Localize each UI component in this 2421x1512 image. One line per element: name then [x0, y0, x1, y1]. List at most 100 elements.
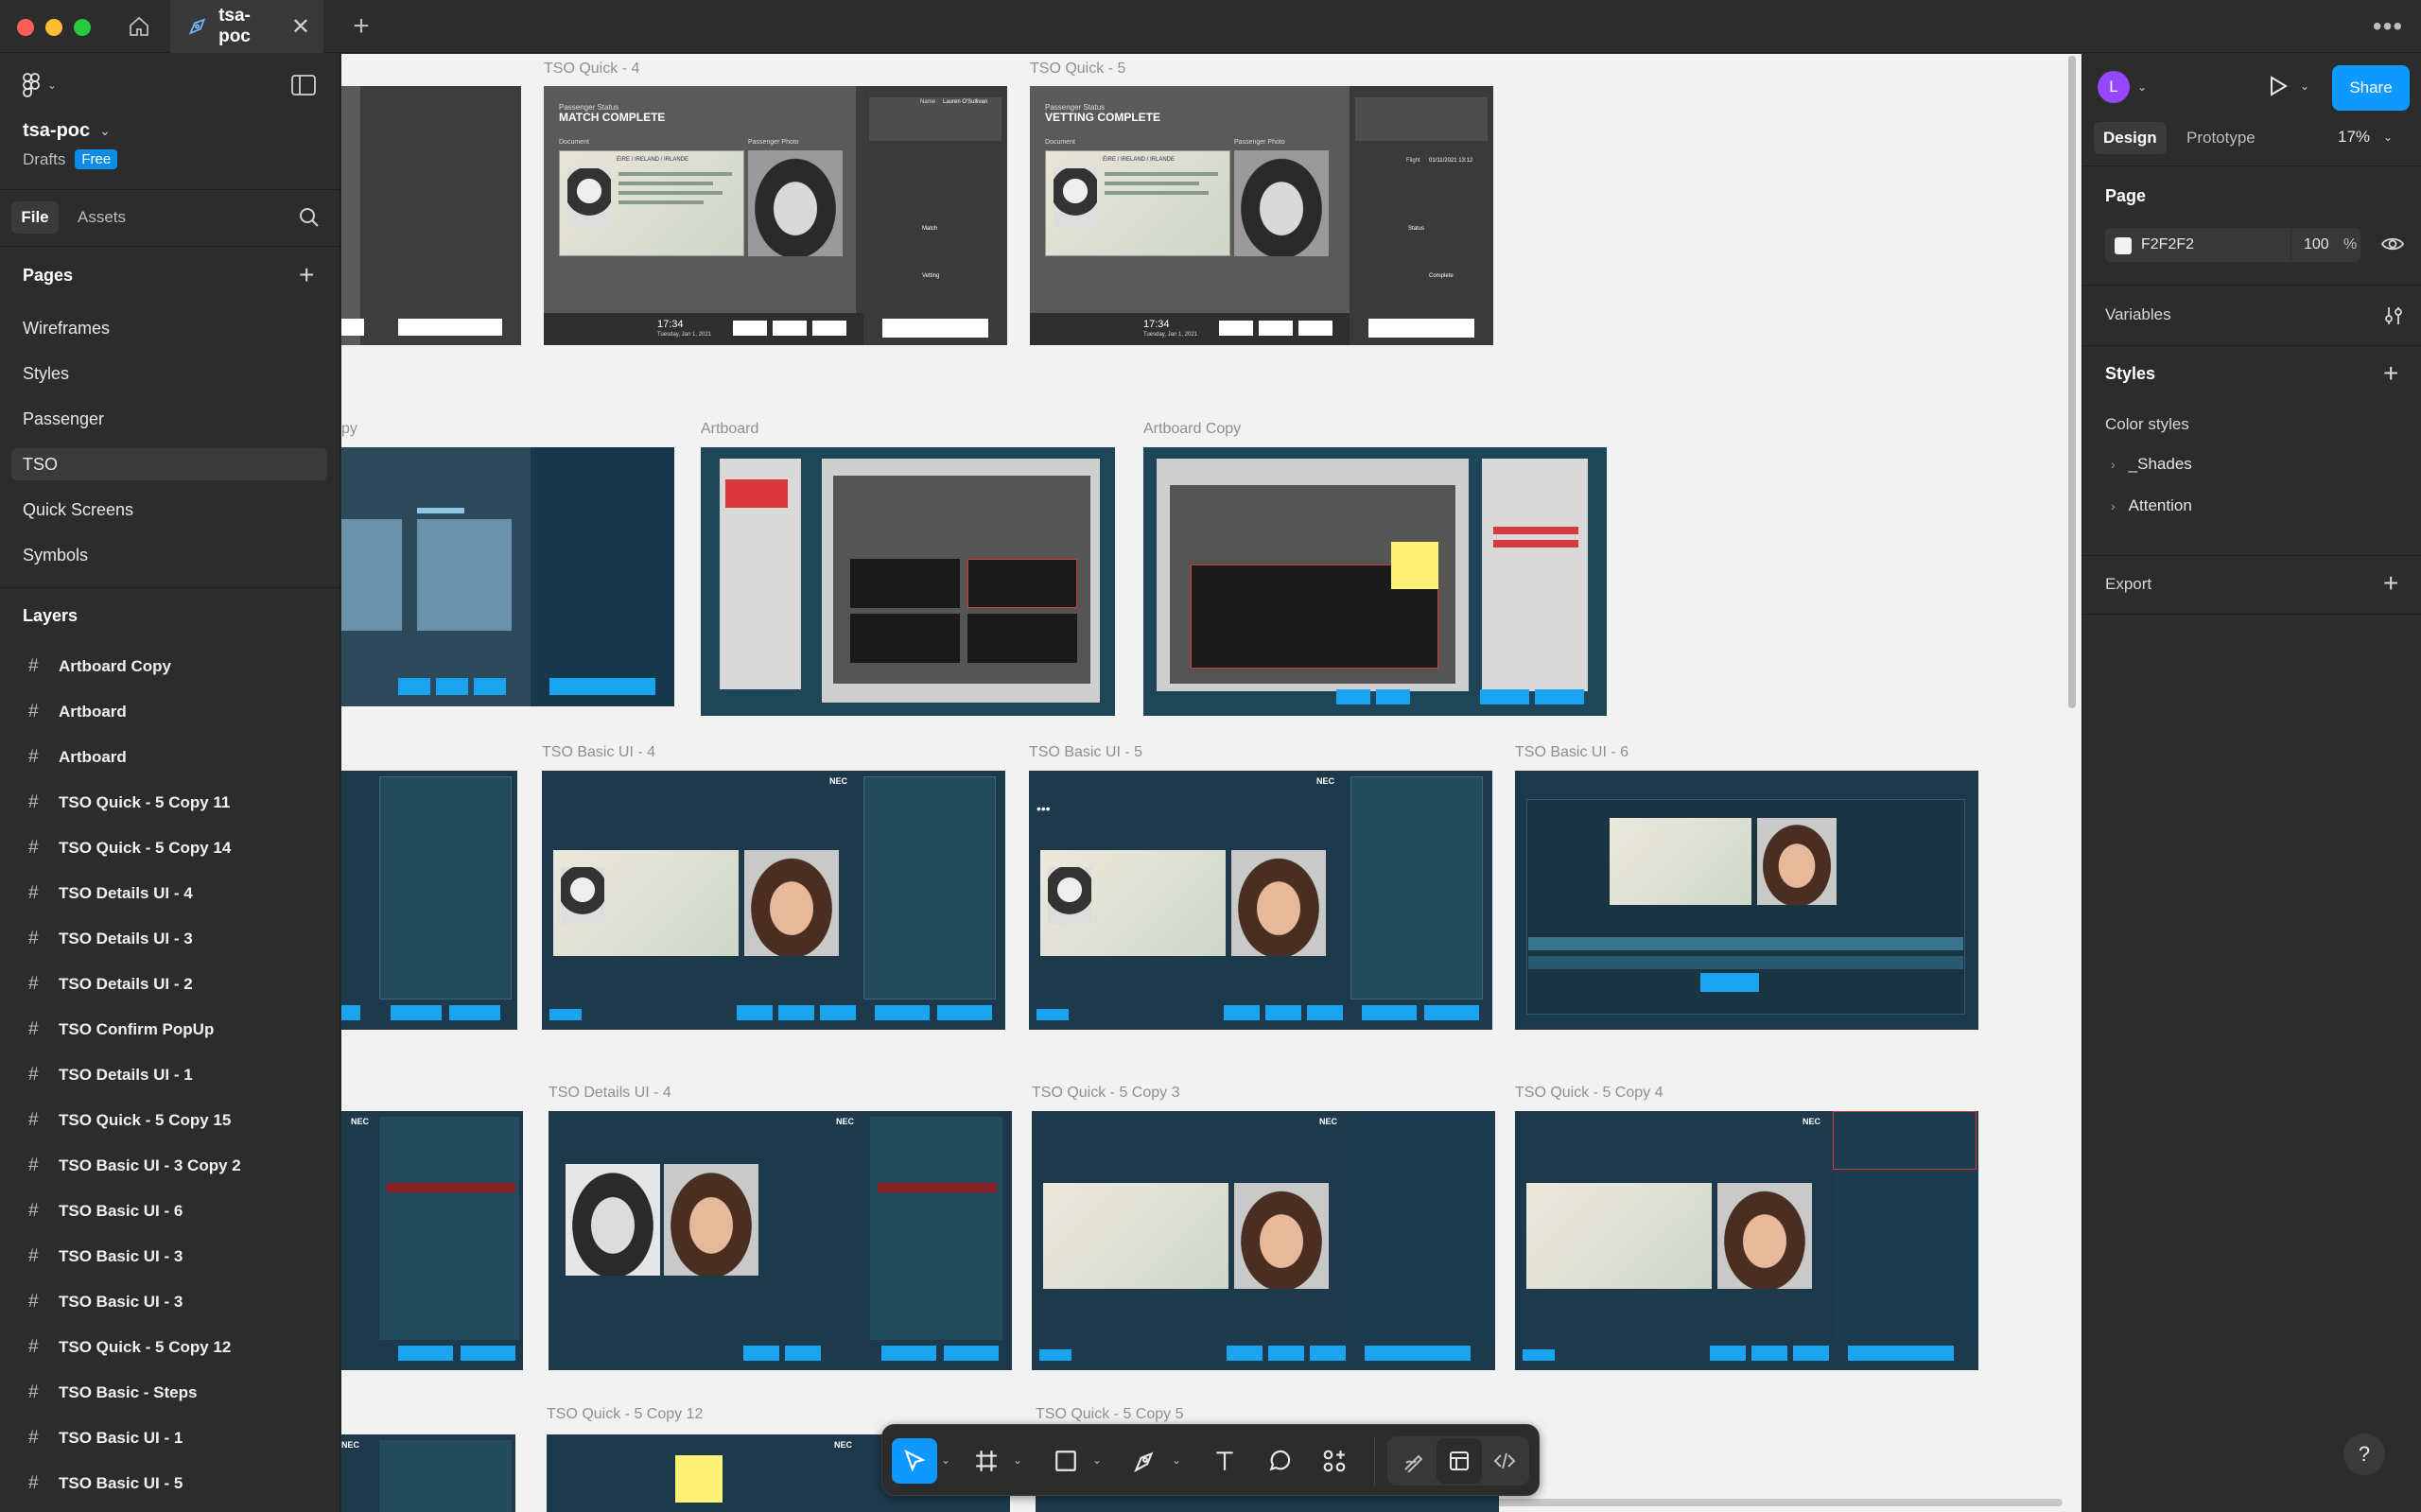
text-tool-button[interactable] — [1202, 1438, 1247, 1484]
layer-item[interactable]: # TSO Basic UI - 5 — [0, 1461, 340, 1506]
design-canvas[interactable]: TSO Quick - 4 Passenger Status MATCH COM… — [341, 54, 2081, 1512]
zoom-dropdown[interactable]: 17% ⌄ — [2338, 128, 2393, 147]
chevron-down-icon[interactable]: ⌄ — [1092, 1453, 1102, 1467]
draw-mode-button[interactable] — [1391, 1438, 1437, 1484]
layer-item[interactable]: # TSO Details UI - 3 — [0, 916, 340, 962]
layer-item[interactable]: # TSO Basic UI - 3 — [0, 1234, 340, 1279]
layer-item[interactable]: # TSO Details UI - 4 — [0, 871, 340, 916]
page-tso[interactable]: TSO — [11, 448, 327, 480]
frame-artboard[interactable] — [701, 447, 1115, 716]
frame-tso-details-ui-4[interactable]: NEC — [549, 1111, 1012, 1370]
add-page-button[interactable]: + — [299, 262, 314, 288]
page-opacity[interactable]: 100 — [2304, 236, 2329, 253]
share-button[interactable]: Share — [2332, 65, 2410, 111]
chevron-down-icon[interactable]: ⌄ — [1172, 1453, 1181, 1467]
frame-tso-quick-5-copy-3[interactable]: NEC — [1032, 1111, 1495, 1370]
canvas-scrollbar-horizontal[interactable] — [1457, 1499, 2063, 1506]
tab-file[interactable]: File — [11, 201, 59, 234]
color-style-group-shades[interactable]: › _Shades — [2111, 455, 2192, 474]
frame-quick-5-side[interactable]: Flight 01/11/2021 13:12 Status Complete — [1350, 86, 1493, 345]
layer-item[interactable]: # Artboard Copy — [0, 644, 340, 689]
layer-item[interactable]: # TSO Quick - 5 Copy 11 — [0, 780, 340, 826]
layer-item[interactable]: # Artboard — [0, 735, 340, 780]
page-styles[interactable]: Styles — [11, 357, 327, 390]
tab-assets[interactable]: Assets — [68, 201, 135, 234]
frame-quick-4-side[interactable]: Name Lauren O'Sullivan Match Vetting — [863, 86, 1007, 345]
reference-photo — [566, 1164, 660, 1276]
search-layers-button[interactable] — [299, 207, 320, 233]
frame-artboard-copy[interactable] — [1143, 447, 1607, 716]
page-color-field[interactable]: F2F2F2 100 % — [2105, 228, 2360, 262]
pen-tool-button[interactable] — [1123, 1438, 1168, 1484]
layer-item[interactable]: # TSO Details UI - 1 — [0, 1052, 340, 1098]
home-tab[interactable] — [121, 8, 157, 45]
add-export-button[interactable]: + — [2383, 570, 2398, 597]
help-button[interactable]: ? — [2343, 1434, 2385, 1475]
layer-item[interactable]: # TSO Quick - 5 Copy 14 — [0, 826, 340, 871]
wire-button — [1523, 1349, 1555, 1361]
layer-item[interactable]: # TSO Basic UI - 6 — [0, 1189, 340, 1234]
flight-field: Flight — [1406, 158, 1420, 164]
shape-tool-button[interactable] — [1043, 1438, 1089, 1484]
main-menu-button[interactable]: ⌄ — [23, 73, 57, 97]
layer-item[interactable]: # TSO Details UI - 2 — [0, 962, 340, 1007]
new-tab-button[interactable]: + — [344, 8, 378, 45]
frame-partial-quick[interactable] — [341, 86, 521, 345]
layer-item[interactable]: # TSO Basic UI - 3 — [0, 1279, 340, 1325]
rectangle-icon — [1055, 1451, 1076, 1471]
page-color-hex[interactable]: F2F2F2 — [2141, 236, 2194, 253]
layer-item[interactable]: # TSO Confirm PopUp — [0, 1007, 340, 1052]
design-mode-button[interactable] — [1437, 1438, 1482, 1484]
move-tool-button[interactable] — [892, 1438, 937, 1484]
layer-item[interactable]: # TSO Basic UI - 1 — [0, 1416, 340, 1461]
frame-partial-bottom[interactable]: NEC — [341, 1434, 515, 1512]
wire-button — [778, 1005, 814, 1020]
actions-button[interactable] — [1312, 1438, 1357, 1484]
frame-tso-quick-5-copy-4[interactable]: NEC — [1515, 1111, 1978, 1370]
layer-item[interactable]: # TSO Basic UI - 3 Copy 2 — [0, 1143, 340, 1189]
chevron-down-icon[interactable]: ⌄ — [941, 1453, 950, 1467]
layer-item[interactable]: # Artboard — [0, 689, 340, 735]
frame-tool-button[interactable] — [964, 1438, 1009, 1484]
side-panel — [1350, 776, 1483, 999]
add-style-button[interactable]: + — [2383, 360, 2398, 387]
tab-prototype[interactable]: Prototype — [2177, 122, 2265, 154]
text-line — [1105, 191, 1209, 195]
frame-tso-basic-ui-4[interactable]: NEC — [542, 771, 1005, 1030]
close-window-button[interactable] — [17, 19, 34, 36]
tab-design[interactable]: Design — [2094, 122, 2167, 154]
open-variables-button[interactable] — [2383, 305, 2404, 331]
frame-tso-basic-ui-5[interactable]: NEC ••• — [1029, 771, 1492, 1030]
frame-wireframe-copy[interactable] — [341, 447, 674, 706]
minimize-window-button[interactable] — [45, 19, 62, 36]
toggle-visibility-button[interactable] — [2380, 234, 2405, 259]
frame-partial-basic[interactable] — [341, 771, 517, 1030]
page-wireframes[interactable]: Wireframes — [11, 312, 327, 344]
color-style-group-attention[interactable]: › Attention — [2111, 496, 2192, 515]
present-button[interactable]: ⌄ — [2268, 75, 2309, 97]
more-options-button[interactable]: ••• — [2364, 8, 2412, 45]
file-tab[interactable]: tsa-poc ✕ — [170, 0, 323, 53]
page-symbols[interactable]: Symbols — [11, 539, 327, 571]
frame-tso-quick-5[interactable]: Passenger Status VETTING COMPLETE Docume… — [1030, 86, 1361, 345]
page-passenger[interactable]: Passenger — [11, 403, 327, 435]
canvas-scrollbar-vertical[interactable] — [2068, 56, 2076, 708]
layer-item[interactable]: # TSO Basic - Steps — [0, 1370, 340, 1416]
frame-partial-details[interactable]: NEC — [341, 1111, 523, 1370]
layer-item[interactable]: # TSO Quick - 5 Copy 12 — [0, 1325, 340, 1370]
dev-mode-button[interactable] — [1482, 1438, 1527, 1484]
layer-item[interactable]: # TSO Quick - 5 Copy 15 — [0, 1098, 340, 1143]
file-name[interactable]: tsa-poc ⌄ — [23, 120, 111, 142]
frame-tso-quick-4[interactable]: Passenger Status MATCH COMPLETE Document… — [544, 86, 875, 345]
wire-block — [417, 508, 464, 513]
page-quick-screens[interactable]: Quick Screens — [11, 494, 327, 526]
frame-tso-basic-ui-6[interactable] — [1515, 771, 1978, 1030]
color-swatch[interactable] — [2115, 237, 2132, 254]
user-menu[interactable]: L ⌄ — [2098, 71, 2147, 103]
comment-tool-button[interactable] — [1257, 1438, 1302, 1484]
close-tab-icon[interactable]: ✕ — [291, 13, 310, 41]
toggle-sidebar-button[interactable] — [291, 75, 316, 100]
drafts-label[interactable]: Drafts — [23, 150, 65, 169]
chevron-down-icon[interactable]: ⌄ — [1013, 1453, 1022, 1467]
zoom-window-button[interactable] — [74, 19, 91, 36]
